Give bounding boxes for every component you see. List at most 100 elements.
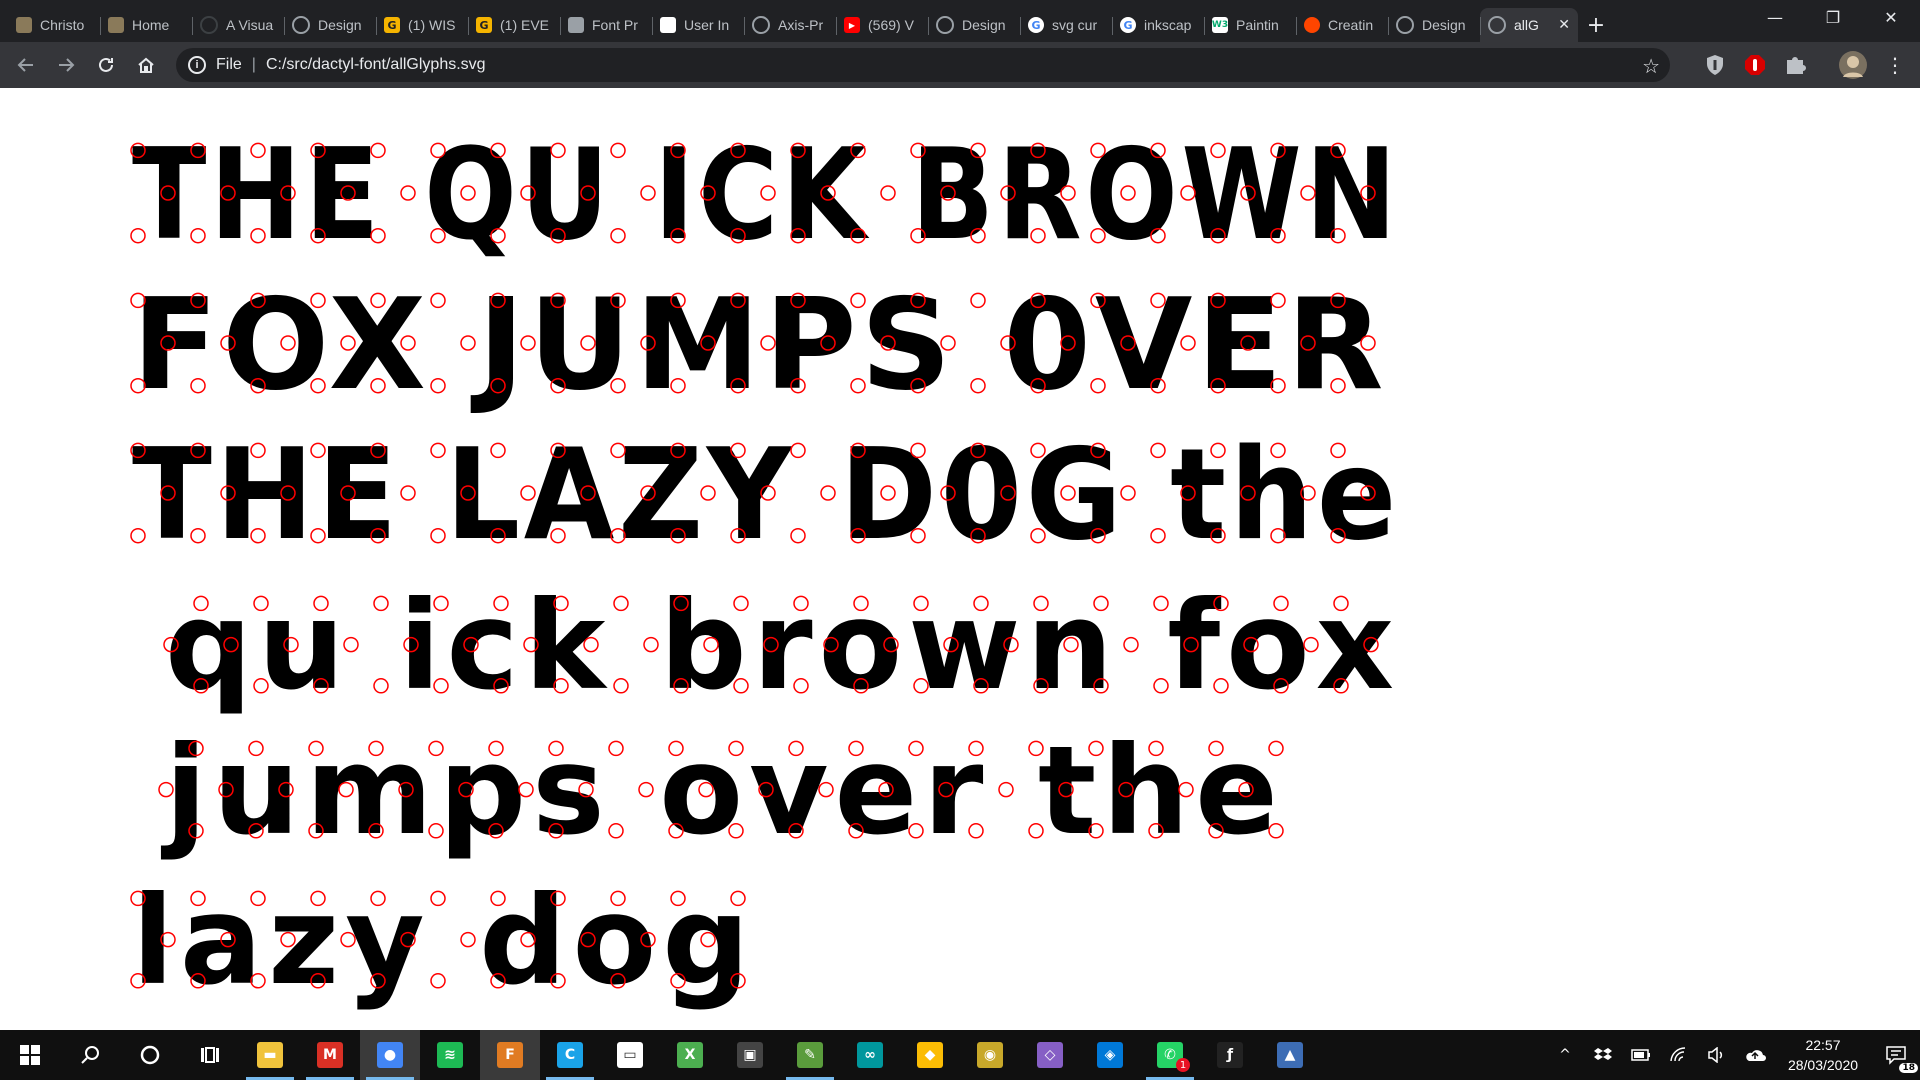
browser-tab[interactable]: Gsvg cur	[1020, 8, 1112, 42]
scheme-label: File	[216, 56, 242, 73]
wifi-icon[interactable]	[1660, 1030, 1698, 1080]
browser-tab[interactable]: Design	[1388, 8, 1480, 42]
action-center-button[interactable]: 18	[1872, 1030, 1920, 1080]
windows-logo-icon	[20, 1045, 40, 1065]
taskbar-app-cura[interactable]: C	[540, 1030, 600, 1080]
dropbox-icon[interactable]	[1584, 1030, 1622, 1080]
taskbar-app-file-explorer[interactable]: ▬	[240, 1030, 300, 1080]
browser-tab[interactable]: allG ✕	[1480, 8, 1578, 42]
task-view-button[interactable]	[180, 1030, 240, 1080]
forward-arrow-icon	[59, 58, 75, 72]
restore-button[interactable]: ❐	[1804, 0, 1862, 34]
taskbar-app-globe-app[interactable]: ◉	[960, 1030, 1020, 1080]
tray-overflow-chevron-icon[interactable]: ^	[1546, 1030, 1584, 1080]
profile-avatar[interactable]	[1838, 50, 1868, 80]
bookmark-star-icon[interactable]: ☆	[1642, 54, 1660, 79]
keep-icon: ◆	[917, 1042, 943, 1068]
globe-favicon-icon	[1488, 16, 1506, 34]
reload-button[interactable]	[86, 45, 126, 85]
taskbar-app-visual-studio[interactable]: ◇	[1020, 1030, 1080, 1080]
doc-favicon-icon	[660, 17, 676, 33]
tab-title: (1) EVE	[500, 17, 550, 33]
onedrive-icon[interactable]	[1736, 1030, 1774, 1080]
battery-icon[interactable]	[1622, 1030, 1660, 1080]
browser-tab[interactable]: User In	[652, 8, 744, 42]
tab-title: (1) WIS	[408, 17, 456, 33]
notepad-icon: ▭	[617, 1042, 643, 1068]
globe-favicon-icon	[752, 16, 770, 34]
browser-tab[interactable]: Font Pr	[560, 8, 652, 42]
taskbar-app-notepad[interactable]: ▭	[600, 1030, 660, 1080]
taskbar-app-keep[interactable]: ◆	[900, 1030, 960, 1080]
browser-tab[interactable]: Home	[100, 8, 192, 42]
taskbar-app-arduino[interactable]: ∞	[840, 1030, 900, 1080]
tab-title: inkscap	[1144, 17, 1192, 33]
stop-extension-icon[interactable]	[1740, 50, 1770, 80]
minimize-button[interactable]: —	[1746, 0, 1804, 34]
taskbar-app-chrome[interactable]: ●	[360, 1030, 420, 1080]
tab-title: Creatin	[1328, 17, 1374, 33]
back-button[interactable]	[6, 45, 46, 85]
close-window-button[interactable]: ✕	[1862, 0, 1920, 34]
system-tray: ^ 22:57 28/03/2020 18	[1546, 1030, 1920, 1080]
tab-list: Christo Home A Visua Design G (1) WIS G (1) EVE…	[0, 0, 1614, 42]
close-tab-icon[interactable]: ✕	[1558, 17, 1570, 33]
home-button[interactable]	[126, 45, 166, 85]
glyph-line-1: THE QU ICK BROWN	[132, 121, 1400, 268]
google-favicon-icon: G	[1028, 17, 1044, 33]
cortana-icon	[140, 1045, 160, 1065]
clock-time: 22:57	[1805, 1037, 1841, 1053]
browser-tab[interactable]: G (1) WIS	[376, 8, 468, 42]
image-favicon-icon	[108, 17, 124, 33]
browser-tab[interactable]: Axis-Pr	[744, 8, 836, 42]
volume-icon[interactable]	[1698, 1030, 1736, 1080]
youtube-favicon-icon: ▶	[844, 17, 860, 33]
cortana-button[interactable]	[120, 1030, 180, 1080]
search-icon	[81, 1046, 99, 1064]
browser-tab[interactable]: G (1) EVE	[468, 8, 560, 42]
search-button[interactable]	[60, 1030, 120, 1080]
taskbar-app-paint[interactable]: ✎	[780, 1030, 840, 1080]
url-text[interactable]: C:/src/dactyl-font/allGlyphs.svg	[266, 56, 486, 74]
inkscape-icon: ▲	[1277, 1042, 1303, 1068]
browser-tab[interactable]: Christo	[8, 8, 100, 42]
forward-button[interactable]	[46, 45, 86, 85]
taskbar-app-gmail[interactable]: M	[300, 1030, 360, 1080]
sliders-favicon-icon	[568, 17, 584, 33]
browser-tab[interactable]: Ginkscap	[1112, 8, 1204, 42]
taskbar-app-vscode[interactable]: ◈	[1080, 1030, 1140, 1080]
unread-badge: 1	[1176, 1058, 1190, 1072]
arduino-icon: ∞	[857, 1042, 883, 1068]
site-info-icon[interactable]: i	[188, 56, 206, 74]
reddit-favicon-icon	[1304, 17, 1320, 33]
browser-menu-button[interactable]: ⋮	[1880, 50, 1910, 80]
browser-tab[interactable]: Creatin	[1296, 8, 1388, 42]
browser-tab[interactable]: W3 Paintin	[1204, 8, 1296, 42]
shield-extension-icon[interactable]	[1700, 50, 1730, 80]
windows-taskbar: ▬ M ● ≋ F C ▭ X ▣ ✎ ∞ ◆ ◉ ◇ ◈ ✆ 1 ƒ ▲ ^ 22:57 28/03/2020 1…	[0, 1030, 1920, 1080]
start-button[interactable]	[0, 1030, 60, 1080]
taskbar-app-spotify[interactable]: ≋	[420, 1030, 480, 1080]
browser-tab[interactable]: A Visua	[192, 8, 284, 42]
browser-toolbar: i File | C:/src/dactyl-font/allGlyphs.sv…	[0, 42, 1920, 88]
taskbar-app-xmind[interactable]: X	[660, 1030, 720, 1080]
xmind-icon: X	[677, 1042, 703, 1068]
browser-tab[interactable]: Design	[928, 8, 1020, 42]
globe-favicon-icon	[1396, 16, 1414, 34]
notification-count: 18	[1899, 1063, 1918, 1073]
taskbar-app-inkscape[interactable]: ▲	[1260, 1030, 1320, 1080]
task-view-icon	[201, 1047, 219, 1063]
new-tab-button[interactable]: +	[1578, 8, 1614, 42]
taskbar-clock[interactable]: 22:57 28/03/2020	[1774, 1035, 1872, 1075]
chrome-icon: ●	[377, 1042, 403, 1068]
browser-tab[interactable]: ▶ (569) V	[836, 8, 928, 42]
glyph-line-5: jumps over the	[160, 720, 1284, 862]
address-bar[interactable]: i File | C:/src/dactyl-font/allGlyphs.sv…	[176, 48, 1670, 82]
reload-icon	[99, 57, 113, 72]
taskbar-app-terminal[interactable]: ▣	[720, 1030, 780, 1080]
puzzle-extension-icon[interactable]	[1780, 50, 1810, 80]
taskbar-app-fontforge[interactable]: ƒ	[1200, 1030, 1260, 1080]
taskbar-app-fusion[interactable]: F	[480, 1030, 540, 1080]
taskbar-app-whatsapp[interactable]: ✆ 1	[1140, 1030, 1200, 1080]
browser-tab[interactable]: Design	[284, 8, 376, 42]
